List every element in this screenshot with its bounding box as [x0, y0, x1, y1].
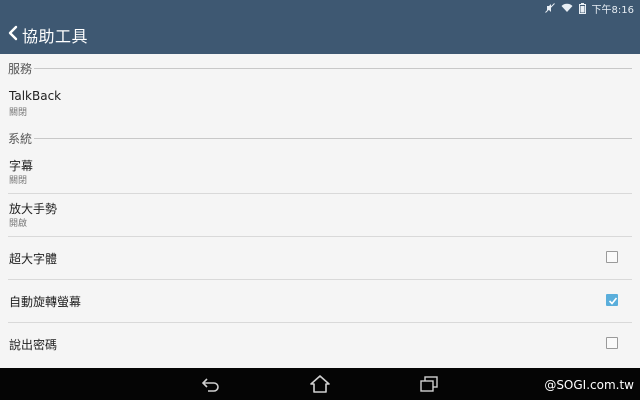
setting-speak-passwords[interactable]: 說出密碼	[0, 323, 640, 365]
wifi-icon	[561, 3, 573, 13]
chevron-left-icon	[8, 25, 18, 45]
section-header-services: 服務	[8, 60, 632, 77]
large-text-checkbox[interactable]	[606, 251, 618, 263]
setting-title: 放大手勢	[9, 202, 58, 216]
setting-captions[interactable]: 字幕 關閉	[0, 152, 640, 192]
auto-rotate-checkbox[interactable]	[606, 294, 618, 306]
setting-large-text[interactable]: 超大字體	[0, 237, 640, 279]
battery-icon	[578, 2, 586, 14]
section-header-system: 系統	[8, 130, 632, 147]
setting-title: 自動旋轉螢幕	[9, 295, 82, 309]
status-bar: 下午8:16	[0, 0, 640, 16]
speak-passwords-checkbox[interactable]	[606, 337, 618, 349]
section-divider	[34, 68, 632, 69]
setting-talkback[interactable]: TalkBack 關閉	[0, 84, 640, 124]
recent-apps-icon[interactable]	[418, 374, 440, 394]
back-button[interactable]: 協助工具	[0, 16, 88, 54]
setting-auto-rotate-screen[interactable]: 自動旋轉螢幕	[0, 280, 640, 322]
section-label: 系統	[8, 130, 35, 147]
clock: 下午8:16	[591, 4, 634, 16]
watermark: @SOGI.com.tw	[544, 378, 634, 392]
setting-title: 字幕	[9, 159, 34, 173]
setting-title: 超大字體	[9, 252, 58, 266]
setting-status: 開啟	[9, 219, 28, 229]
mute-icon	[544, 3, 555, 13]
settings-list: 服務 TalkBack 關閉 系統 字幕 關閉 放大手勢 開啟 超大字體 自動旋…	[0, 54, 640, 368]
section-divider	[34, 138, 632, 139]
setting-magnification-gestures[interactable]: 放大手勢 開啟	[0, 194, 640, 236]
checkmark-icon	[608, 297, 618, 305]
setting-status: 關閉	[9, 176, 28, 186]
setting-status: 關閉	[9, 108, 28, 118]
setting-title: TalkBack	[9, 89, 62, 103]
section-label: 服務	[8, 60, 35, 77]
action-bar: 協助工具	[0, 16, 640, 54]
home-icon[interactable]	[309, 374, 331, 394]
setting-title: 說出密碼	[9, 338, 58, 352]
back-icon[interactable]	[200, 374, 222, 394]
page-title: 協助工具	[22, 27, 89, 46]
